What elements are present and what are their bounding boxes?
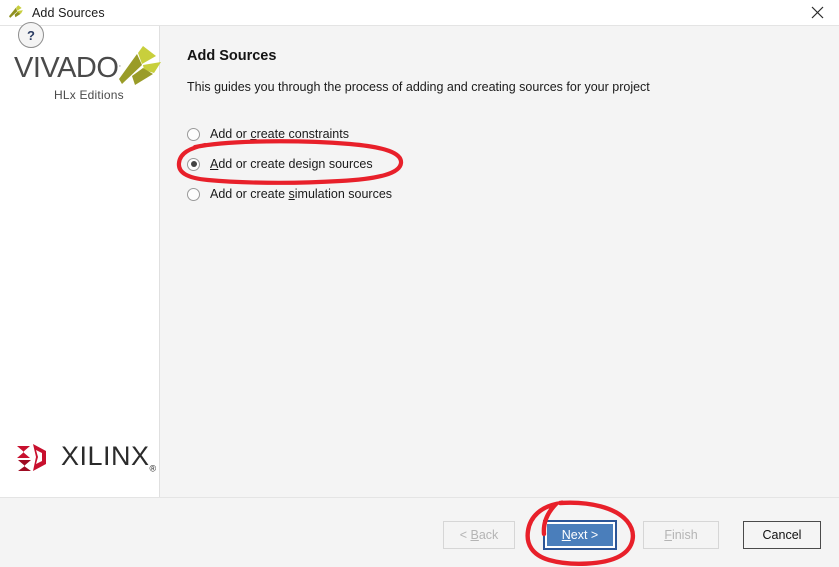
label-post: inish bbox=[671, 528, 698, 542]
radio-indicator[interactable] bbox=[187, 157, 200, 171]
next-button[interactable]: Next > bbox=[543, 520, 617, 550]
finish-button-label: Finish bbox=[664, 528, 697, 542]
page-description: This guides you through the process of a… bbox=[187, 80, 650, 94]
back-button-label: < Back bbox=[460, 528, 499, 542]
vivado-logo-icon bbox=[9, 4, 23, 18]
page-title: Add Sources bbox=[187, 48, 277, 64]
help-icon: ? bbox=[27, 27, 35, 43]
label-post: ext > bbox=[570, 528, 599, 542]
radio-option-label: Add or create design sources bbox=[210, 157, 373, 171]
label-pre: Add or bbox=[210, 127, 251, 141]
radio-option-label: Add or create constraints bbox=[210, 127, 349, 141]
radio-option-add-or-create-design-sources[interactable]: Add or create design sources bbox=[187, 149, 392, 179]
radio-option-label: Add or create simulation sources bbox=[210, 187, 392, 201]
label-mnemonic: F bbox=[664, 528, 672, 542]
vivado-edition-label: HLx Editions bbox=[54, 88, 124, 102]
label-pre: Add or create bbox=[210, 187, 289, 201]
window-title-bar: Add Sources bbox=[0, 0, 839, 26]
branding-sidebar: VIVADO. HLx Editions XILINX® bbox=[0, 26, 161, 497]
dialog-body: VIVADO. HLx Editions XILINX® Add Sources… bbox=[0, 26, 839, 497]
cancel-button[interactable]: Cancel bbox=[743, 521, 821, 549]
label-post: reate constraints bbox=[256, 127, 349, 141]
finish-button[interactable]: Finish bbox=[643, 521, 719, 549]
xilinx-wordmark-text: XILINX bbox=[61, 441, 150, 471]
xilinx-wordmark: XILINX® bbox=[61, 441, 157, 473]
next-button-label: Next > bbox=[562, 528, 598, 542]
vivado-pinwheel-icon bbox=[119, 46, 161, 85]
close-icon[interactable] bbox=[795, 0, 839, 26]
radio-indicator[interactable] bbox=[187, 187, 200, 201]
vivado-brand-logo: VIVADO. HLx Editions bbox=[14, 44, 161, 114]
radio-option-add-or-create-simulation-sources[interactable]: Add or create simulation sources bbox=[187, 179, 392, 209]
label-post: dd or create design sources bbox=[218, 157, 373, 171]
help-button[interactable]: ? bbox=[18, 22, 44, 48]
label-post: imulation sources bbox=[294, 187, 393, 201]
xilinx-trademark: ® bbox=[149, 463, 157, 474]
source-type-radio-group: Add or create constraints Add or create … bbox=[187, 119, 392, 209]
vivado-wordmark-text: VIVADO bbox=[14, 52, 119, 84]
cancel-button-label: Cancel bbox=[763, 528, 802, 542]
label-pre: < bbox=[459, 528, 471, 542]
xilinx-mark-icon bbox=[17, 444, 46, 472]
radio-option-add-or-create-constraints[interactable]: Add or create constraints bbox=[187, 119, 392, 149]
main-panel: Add Sources This guides you through the … bbox=[161, 26, 839, 497]
label-mnemonic: N bbox=[561, 528, 571, 542]
back-button[interactable]: < Back bbox=[443, 521, 515, 549]
label-post: ack bbox=[478, 528, 499, 542]
label-mnemonic: B bbox=[470, 528, 479, 542]
label-pre: Cancel bbox=[762, 528, 802, 542]
xilinx-brand-logo: XILINX® bbox=[16, 441, 157, 473]
window-title: Add Sources bbox=[32, 5, 105, 20]
vivado-wordmark: VIVADO. bbox=[14, 52, 121, 85]
radio-indicator[interactable] bbox=[187, 127, 200, 141]
